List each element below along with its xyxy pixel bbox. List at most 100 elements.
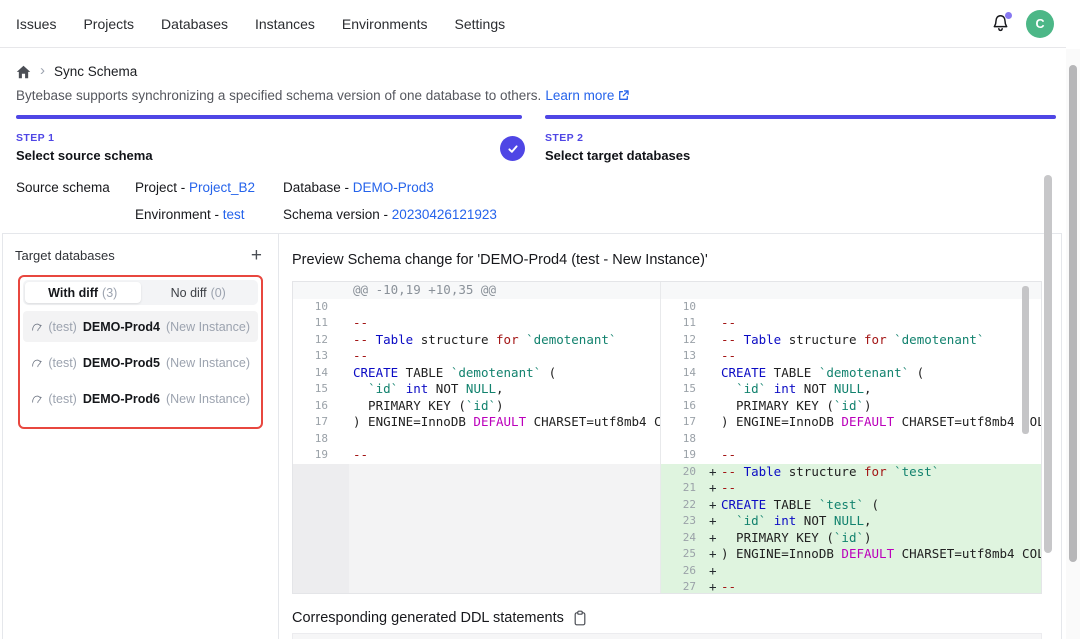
step2-kicker: STEP 2 <box>545 132 690 144</box>
diff-line: 21+-- <box>661 480 1041 497</box>
tab-no-diff[interactable]: No diff(0) <box>141 282 257 303</box>
diff-sign: + <box>705 579 721 593</box>
code-text: -- <box>721 315 1041 332</box>
syntax-token: -- <box>721 464 744 479</box>
syntax-token: CREATE <box>721 497 766 512</box>
diff-line: 19-- <box>293 447 660 464</box>
copy-icon[interactable] <box>573 610 587 626</box>
line-number: 12 <box>293 332 337 349</box>
code-text: ) ENGINE=InnoDB DEFAULT CHARSET=utf8mb4 … <box>721 414 1041 431</box>
syntax-token: NOT <box>428 381 466 396</box>
db-item-suffix: (New Instance) <box>166 320 250 334</box>
code-text <box>721 282 1041 299</box>
syntax-token: NOT <box>796 381 834 396</box>
line-number: 27 <box>661 579 705 593</box>
mysql-icon <box>31 356 42 370</box>
diff-sign: + <box>705 513 721 530</box>
source-field: Environment - test <box>135 207 283 222</box>
diff-line: 14CREATE TABLE `demotenant` ( <box>293 365 660 382</box>
learn-more-link[interactable]: Learn more <box>545 88 630 103</box>
nav-item-projects[interactable]: Projects <box>83 16 134 32</box>
diff-sign <box>337 431 353 448</box>
syntax-token <box>519 332 527 347</box>
syntax-token: for <box>496 332 519 347</box>
diff-sign <box>337 315 353 332</box>
nav-item-instances[interactable]: Instances <box>255 16 315 32</box>
syntax-token: `id` <box>466 398 496 413</box>
nav-item-databases[interactable]: Databases <box>161 16 228 32</box>
source-field-value-link[interactable]: test <box>223 207 245 222</box>
diff-sign <box>705 332 721 349</box>
page-scrollbar-thumb[interactable] <box>1069 65 1077 562</box>
code-text: -- <box>721 480 1041 497</box>
code-text: -- <box>721 348 1041 365</box>
add-target-database-button[interactable]: + <box>247 246 266 265</box>
tab-with-diff[interactable]: With diff(3) <box>25 282 141 303</box>
syntax-token: `demotenant` <box>894 332 984 347</box>
db-item-environment: (test) <box>48 392 76 406</box>
syntax-token: ( <box>909 365 924 380</box>
syntax-token: TABLE <box>398 365 451 380</box>
diff-sign <box>705 299 721 316</box>
syntax-token: `id` <box>368 381 398 396</box>
source-field-value-link[interactable]: Project_B2 <box>189 180 255 195</box>
diff-line: 12-- Table structure for `demotenant` <box>293 332 660 349</box>
nav-item-issues[interactable]: Issues <box>16 16 56 32</box>
db-item-demo-prod6[interactable]: (test)DEMO-Prod6(New Instance) <box>23 383 258 414</box>
syntax-token: `id` <box>834 398 864 413</box>
line-number: 14 <box>293 365 337 382</box>
content-scrollbar-thumb[interactable] <box>1044 175 1052 553</box>
top-nav-items: Issues Projects Databases Instances Environm… <box>16 16 505 32</box>
db-item-demo-prod4[interactable]: (test)DEMO-Prod4(New Instance) <box>23 311 258 342</box>
diff-line: 22+CREATE TABLE `test` ( <box>661 497 1041 514</box>
source-field-value-link[interactable]: DEMO-Prod3 <box>353 180 434 195</box>
line-number: 20 <box>661 464 705 481</box>
code-text: ) ENGINE=InnoDB DEFAULT CHARSET=utf8mb4 … <box>353 414 660 431</box>
db-item-environment: (test) <box>48 356 76 370</box>
step1-complete-badge <box>500 136 525 161</box>
source-field-label: Environment - <box>135 207 223 222</box>
main-card: Target databases + With diff(3)No diff(0… <box>2 233 1062 639</box>
line-number: 11 <box>293 315 337 332</box>
db-item-demo-prod5[interactable]: (test)DEMO-Prod5(New Instance) <box>23 347 258 378</box>
line-number: 16 <box>661 398 705 415</box>
diff-filler-gutter <box>293 464 349 594</box>
intro-text: Bytebase supports synchronizing a specif… <box>16 88 541 103</box>
nav-item-environments[interactable]: Environments <box>342 16 428 32</box>
diff-sign <box>337 332 353 349</box>
target-databases-header: Target databases + <box>15 244 266 266</box>
code-text: -- <box>353 348 660 365</box>
syntax-token: CREATE <box>721 365 766 380</box>
diff-sign: + <box>705 497 721 514</box>
code-text: CREATE TABLE `demotenant` ( <box>721 365 1041 382</box>
code-text: PRIMARY KEY (`id`) <box>721 398 1041 415</box>
source-field: Database - DEMO-Prod3 <box>283 180 497 195</box>
notification-bell-button[interactable] <box>990 13 1012 35</box>
code-text: @@ -10,19 +10,35 @@ <box>353 282 660 299</box>
step1-title: Select source schema <box>16 148 153 163</box>
diff-sign <box>337 365 353 382</box>
diff-line: 13-- <box>293 348 660 365</box>
syntax-token: DEFAULT <box>841 414 894 429</box>
line-number: 15 <box>661 381 705 398</box>
avatar[interactable]: C <box>1026 10 1054 38</box>
step1-progress-bar <box>16 115 522 119</box>
diff-hunk-header: @@ -10,19 +10,35 @@ <box>293 282 660 299</box>
nav-item-settings[interactable]: Settings <box>455 16 506 32</box>
syntax-token: -- <box>353 332 376 347</box>
syntax-token: `id` <box>736 513 766 528</box>
diff-line: 16 PRIMARY KEY (`id`) <box>293 398 660 415</box>
schema-diff-editor[interactable]: @@ -10,19 +10,35 @@1011--12-- Table stru… <box>292 281 1042 594</box>
source-field-value-link[interactable]: 20230426121923 <box>392 207 497 222</box>
top-nav: Issues Projects Databases Instances Environm… <box>0 0 1066 48</box>
syntax-token: DEFAULT <box>841 546 894 561</box>
home-icon[interactable] <box>16 65 31 79</box>
mysql-icon <box>31 320 42 334</box>
sync-schema-page: Issues Projects Databases Instances Environm… <box>0 0 1080 639</box>
editor-scrollbar-thumb[interactable] <box>1022 286 1029 434</box>
ddl-code-block-top <box>292 633 1042 639</box>
line-number: 10 <box>661 299 705 316</box>
line-number: 25 <box>661 546 705 563</box>
breadcrumb-current: Sync Schema <box>54 64 137 79</box>
intro-text-row: Bytebase supports synchronizing a specif… <box>16 88 630 103</box>
